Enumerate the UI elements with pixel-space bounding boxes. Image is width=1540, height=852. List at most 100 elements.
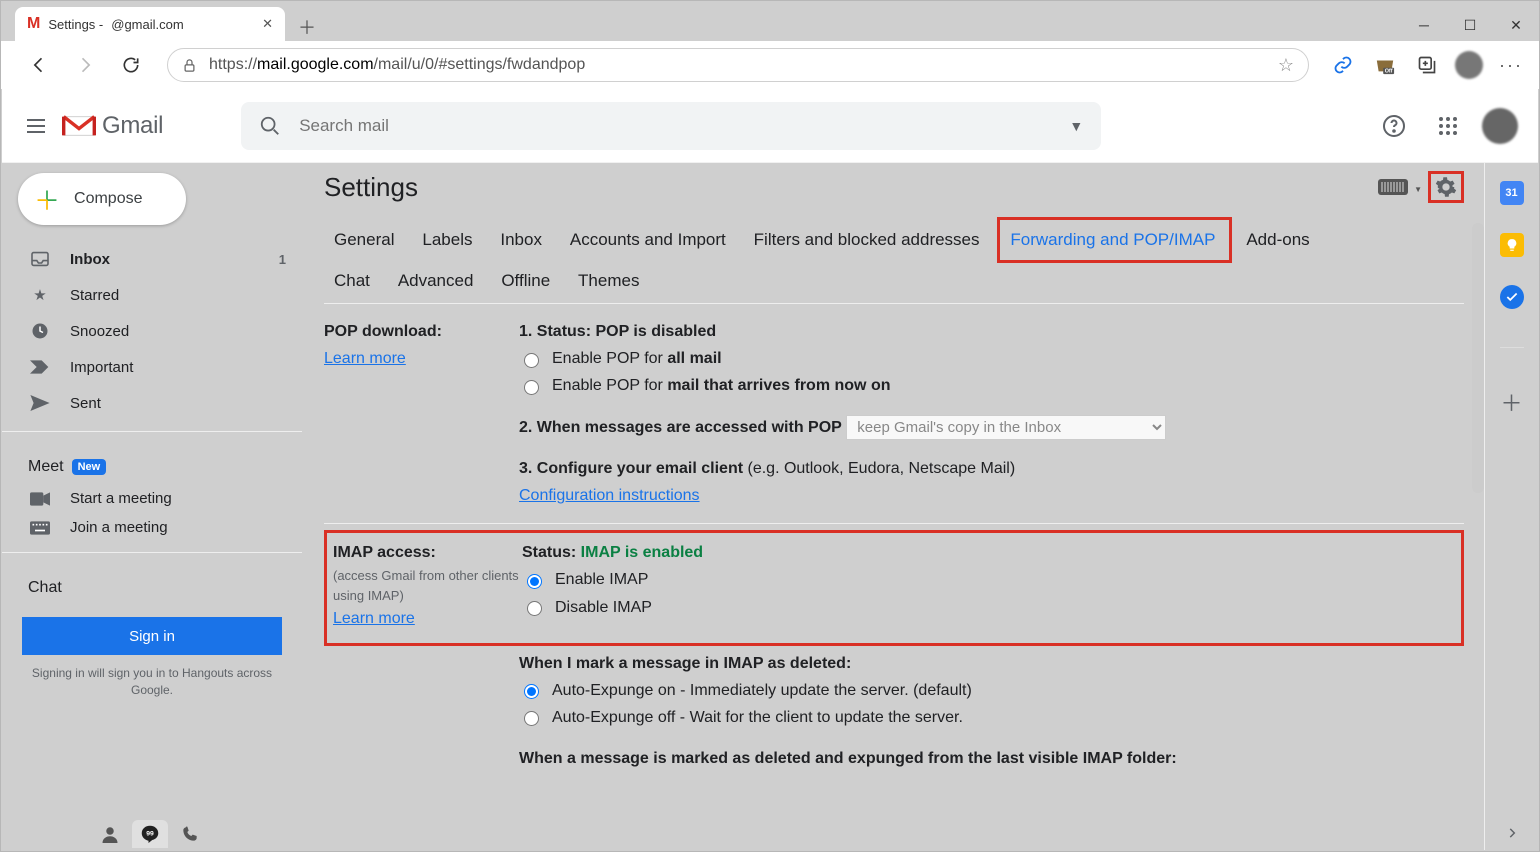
keep-addon-icon[interactable] xyxy=(1500,233,1524,257)
keyboard-icon xyxy=(30,521,50,535)
tasks-addon-icon[interactable] xyxy=(1500,285,1524,309)
sidebar: ＋ Compose Inbox 1 ★ Starred Snoozed xyxy=(2,163,302,850)
right-side-panel: 31 ＋ xyxy=(1484,163,1538,850)
lock-icon xyxy=(182,58,197,73)
imap-learn-more-link[interactable]: Learn more xyxy=(333,610,415,627)
clock-icon xyxy=(30,322,50,340)
imap-section: IMAP access: (access Gmail from other cl… xyxy=(324,524,1464,786)
sidebar-bottom-icons: 99 xyxy=(92,820,208,848)
account-avatar[interactable] xyxy=(1482,108,1518,144)
shopping-off-icon[interactable]: Off xyxy=(1367,47,1403,83)
imap-enable[interactable]: Enable IMAP xyxy=(522,566,1455,593)
join-meeting[interactable]: Join a meeting xyxy=(2,513,302,542)
pop-learn-more-link[interactable]: Learn more xyxy=(324,350,406,367)
tab-addons[interactable]: Add-ons xyxy=(1236,222,1319,258)
inbox-icon xyxy=(30,251,50,267)
search-bar[interactable]: ▼ xyxy=(241,102,1101,150)
auto-expunge-on[interactable]: Auto-Expunge on - Immediately update the… xyxy=(519,677,1464,704)
maximize-button[interactable]: ☐ xyxy=(1447,9,1493,41)
gmail-logo[interactable]: Gmail xyxy=(62,112,163,140)
pop-section: POP download: Learn more 1. Status: POP … xyxy=(324,304,1464,524)
minimize-button[interactable]: ─ xyxy=(1401,9,1447,41)
settings-panel: Settings General Labels Inbox Accounts a… xyxy=(302,163,1484,850)
chat-section-label: Chat xyxy=(2,563,302,605)
hangouts-icon[interactable]: 99 xyxy=(132,820,168,848)
auto-expunge-off[interactable]: Auto-Expunge off - Wait for the client t… xyxy=(519,704,1464,731)
tab-fwdpop-highlight: Forwarding and POP/IMAP xyxy=(997,217,1232,263)
camera-icon xyxy=(30,492,50,506)
pop-step3: 3. Configure your email client (e.g. Out… xyxy=(519,455,1464,482)
meet-section-label: Meet New xyxy=(2,442,302,484)
imap-deleted-heading: When I mark a message in IMAP as deleted… xyxy=(519,655,851,672)
google-apps-icon[interactable] xyxy=(1428,106,1468,146)
new-badge: New xyxy=(72,459,107,475)
get-addons-icon[interactable]: ＋ xyxy=(1500,386,1522,418)
pop-enable-all[interactable]: Enable POP for all mail xyxy=(519,345,1464,372)
tab-close-icon[interactable]: ✕ xyxy=(262,16,273,32)
imap-sub: (access Gmail from other clients using I… xyxy=(333,566,522,605)
settings-tabs: General Labels Inbox Accounts and Import… xyxy=(324,217,1464,304)
browser-window: M Settings - @gmail.com ✕ ＋ ─ ☐ ✕ https:… xyxy=(0,0,1540,852)
star-icon: ★ xyxy=(30,286,50,304)
sidebar-item-inbox[interactable]: Inbox 1 xyxy=(2,241,302,277)
pop-config-link[interactable]: Configuration instructions xyxy=(519,487,700,504)
forward-button[interactable] xyxy=(65,45,105,85)
hide-side-panel-icon[interactable] xyxy=(1505,826,1519,840)
gmail-favicon: M xyxy=(27,15,40,33)
tab-chat[interactable]: Chat xyxy=(324,263,380,299)
chat-signin-button[interactable]: Sign in xyxy=(22,617,282,655)
pop-status: 1. Status: POP is disabled xyxy=(519,318,1464,345)
link-icon[interactable] xyxy=(1325,47,1361,83)
tab-fwdpop[interactable]: Forwarding and POP/IMAP xyxy=(1000,222,1225,258)
pop-step2: 2. When messages are accessed with POP k… xyxy=(519,414,1464,441)
sidebar-item-snoozed[interactable]: Snoozed xyxy=(2,313,302,349)
search-icon xyxy=(259,115,281,137)
compose-button[interactable]: ＋ Compose xyxy=(18,173,186,225)
settings-gear-highlight xyxy=(1428,171,1464,203)
more-menu-icon[interactable]: ··· xyxy=(1493,47,1529,83)
rail-divider xyxy=(1500,347,1524,348)
tab-advanced[interactable]: Advanced xyxy=(388,263,484,299)
search-input[interactable] xyxy=(297,115,1053,137)
gmail-m-icon xyxy=(62,113,96,139)
new-tab-button[interactable]: ＋ xyxy=(293,13,321,41)
imap-status: Status: IMAP is enabled xyxy=(522,539,1455,566)
svg-text:Off: Off xyxy=(1385,69,1393,75)
tab-offline[interactable]: Offline xyxy=(491,263,560,299)
nav-list: Inbox 1 ★ Starred Snoozed Important xyxy=(2,241,302,421)
titlebar: M Settings - @gmail.com ✕ ＋ ─ ☐ ✕ xyxy=(1,1,1539,41)
signin-note: Signing in will sign you in to Hangouts … xyxy=(2,665,302,699)
tab-general[interactable]: General xyxy=(324,222,404,258)
address-bar[interactable]: https://mail.google.com/mail/u/0/#settin… xyxy=(167,48,1309,82)
imap-disable[interactable]: Disable IMAP xyxy=(522,594,1455,621)
gear-icon[interactable] xyxy=(1435,176,1457,198)
search-options-icon[interactable]: ▼ xyxy=(1069,118,1083,134)
window-buttons: ─ ☐ ✕ xyxy=(1401,9,1539,41)
tab-filters[interactable]: Filters and blocked addresses xyxy=(744,222,990,258)
sidebar-item-starred[interactable]: ★ Starred xyxy=(2,277,302,313)
support-icon[interactable] xyxy=(1374,106,1414,146)
refresh-button[interactable] xyxy=(111,45,151,85)
pop-action-select[interactable]: keep Gmail's copy in the Inbox xyxy=(846,415,1166,440)
person-icon[interactable] xyxy=(92,820,128,848)
settings-title: Settings xyxy=(324,172,1378,203)
sidebar-item-important[interactable]: Important xyxy=(2,349,302,385)
close-window-button[interactable]: ✕ xyxy=(1493,9,1539,41)
sidebar-item-sent[interactable]: Sent xyxy=(2,385,302,421)
collections-icon[interactable] xyxy=(1409,47,1445,83)
favorite-icon[interactable]: ☆ xyxy=(1278,55,1294,76)
phone-icon[interactable] xyxy=(172,820,208,848)
tab-accounts[interactable]: Accounts and Import xyxy=(560,222,736,258)
browser-tab[interactable]: M Settings - @gmail.com ✕ xyxy=(15,7,285,41)
calendar-addon-icon[interactable]: 31 xyxy=(1500,181,1524,205)
back-button[interactable] xyxy=(19,45,59,85)
tab-inbox[interactable]: Inbox xyxy=(490,222,552,258)
start-meeting[interactable]: Start a meeting xyxy=(2,484,302,513)
tab-themes[interactable]: Themes xyxy=(568,263,649,299)
profile-avatar-small[interactable] xyxy=(1451,47,1487,83)
pop-enable-new[interactable]: Enable POP for mail that arrives from no… xyxy=(519,372,1464,399)
tab-labels[interactable]: Labels xyxy=(412,222,482,258)
main-menu-icon[interactable] xyxy=(14,104,58,148)
scrollbar[interactable] xyxy=(1472,223,1484,493)
input-tools-icon[interactable] xyxy=(1378,179,1422,195)
